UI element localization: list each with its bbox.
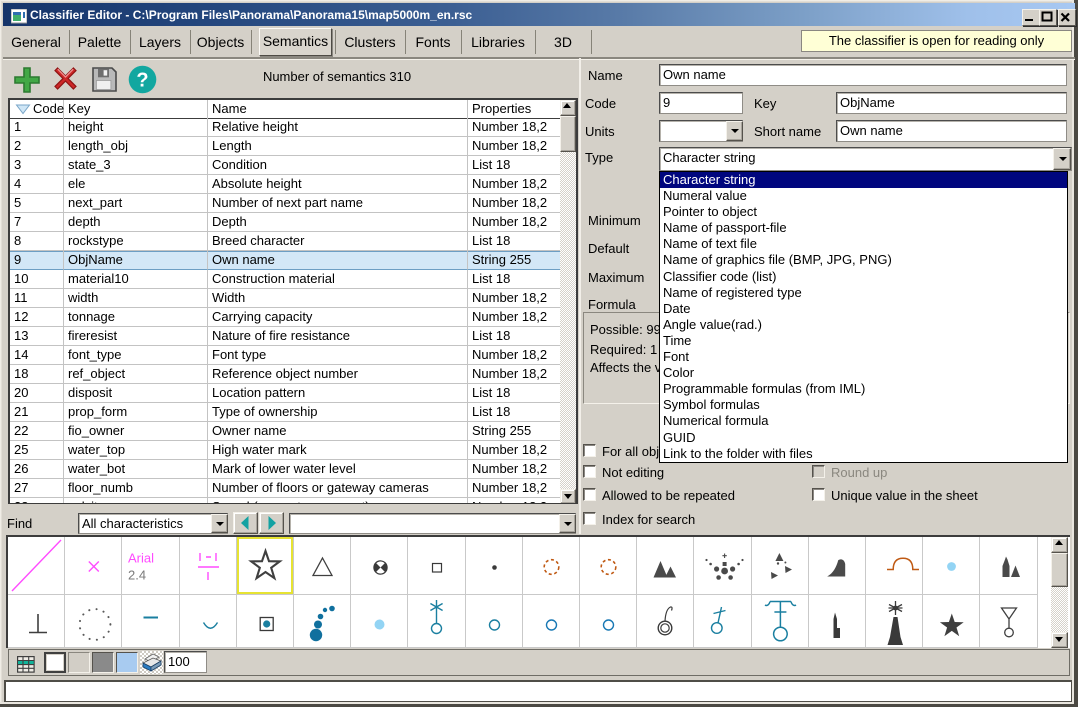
svg-text:?: ?: [136, 70, 148, 92]
svg-text:Arial: Arial: [128, 551, 154, 566]
svg-text:2.4: 2.4: [128, 568, 146, 583]
